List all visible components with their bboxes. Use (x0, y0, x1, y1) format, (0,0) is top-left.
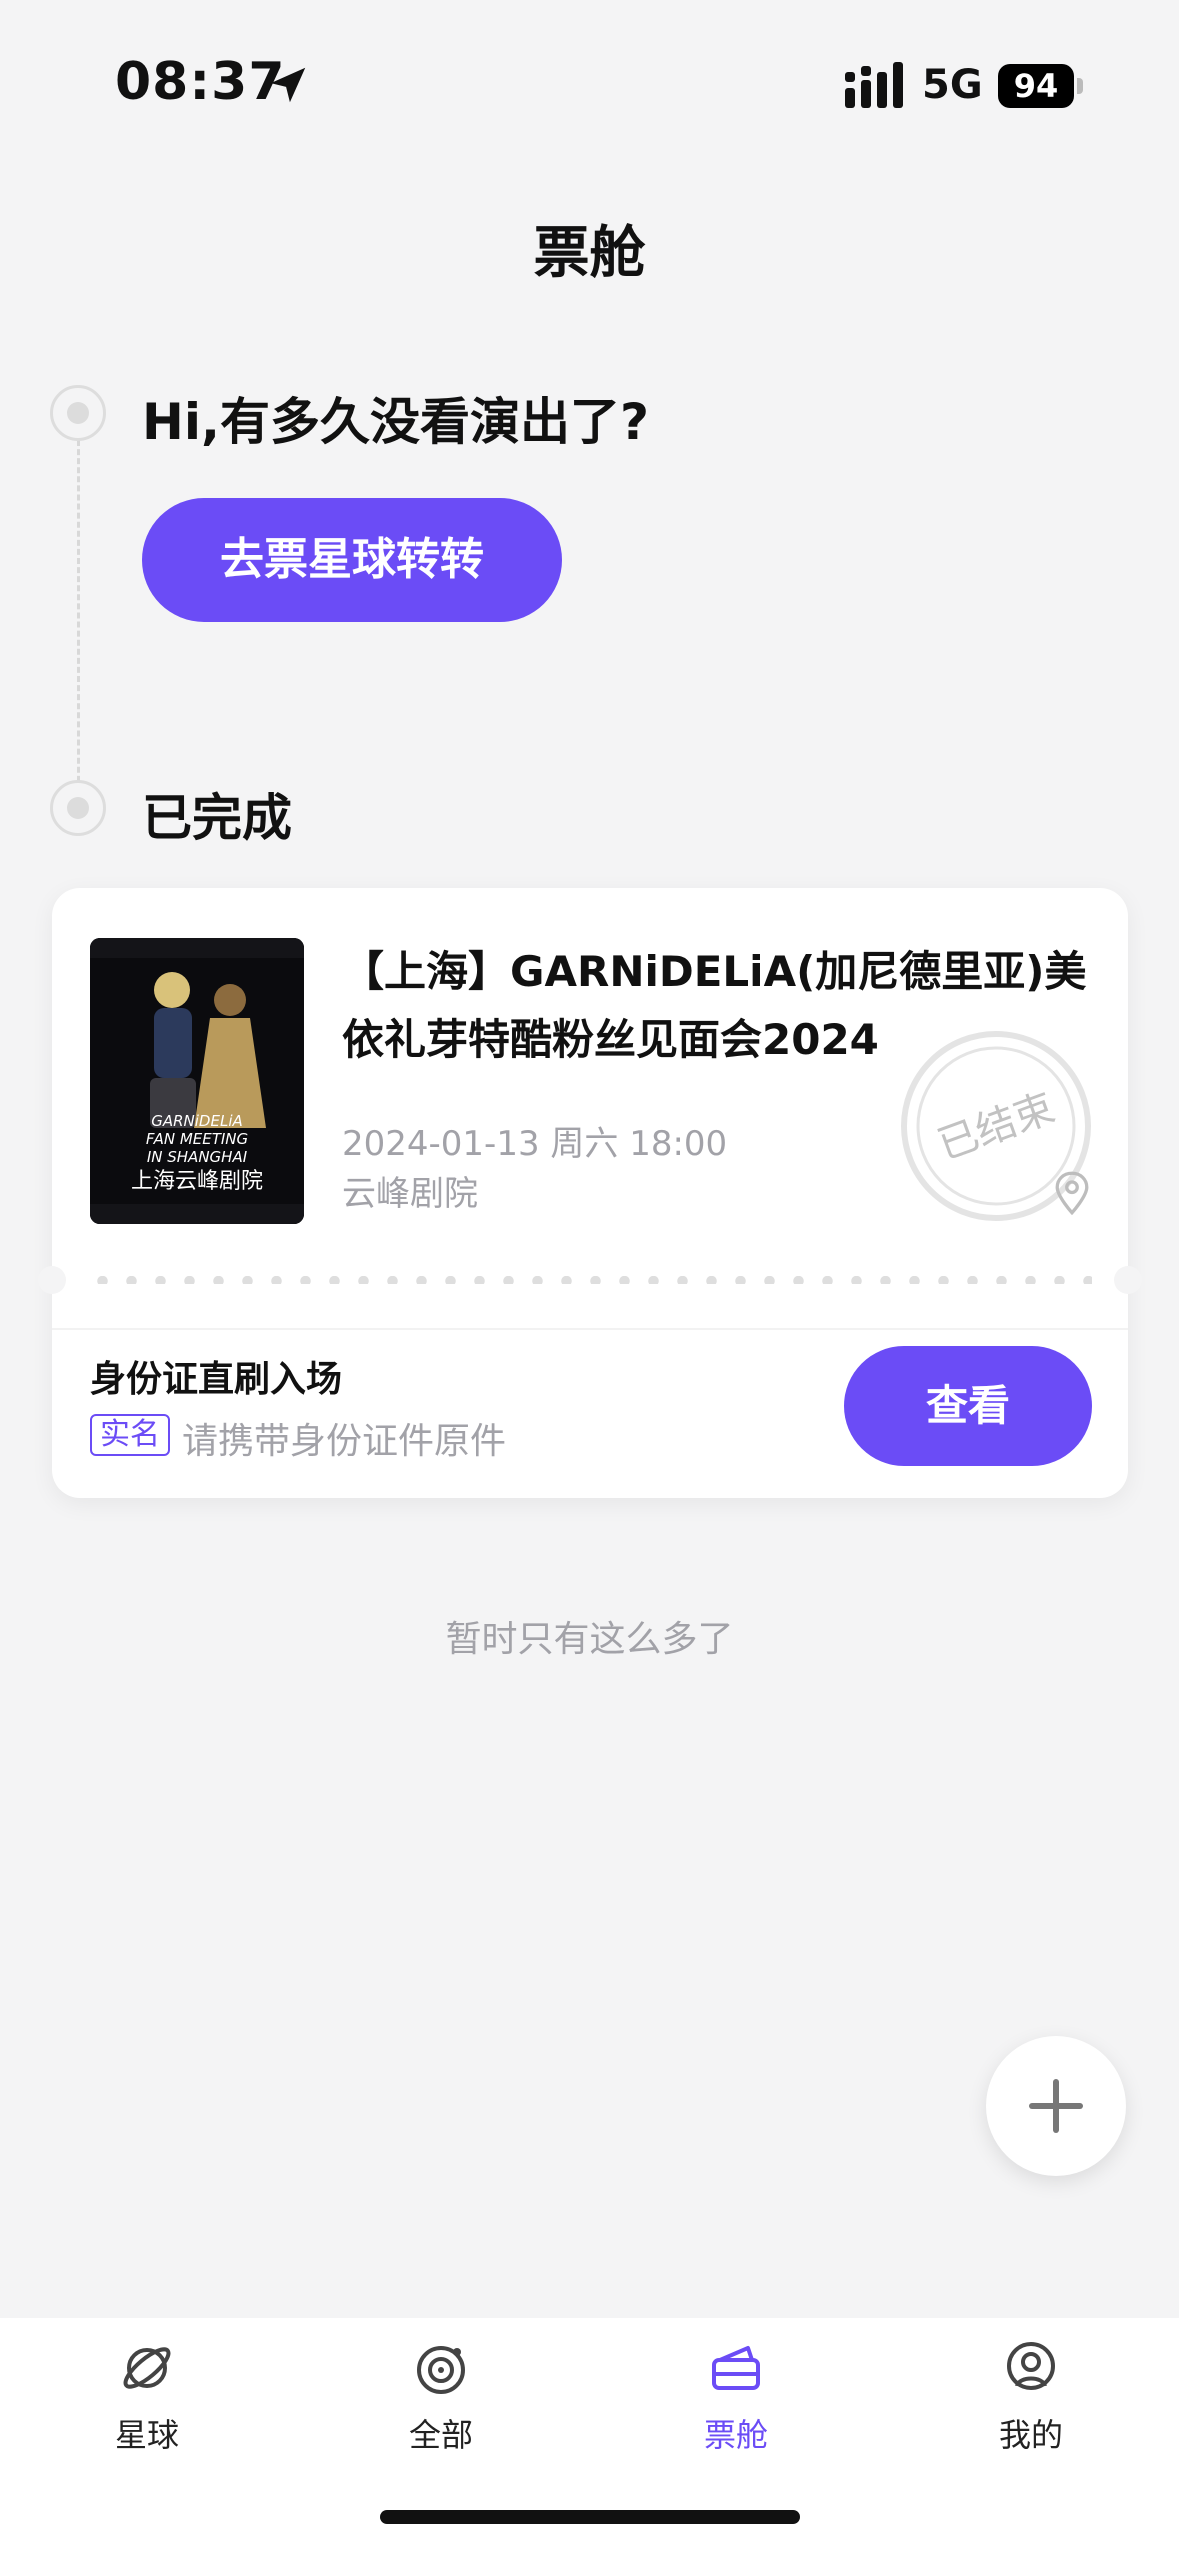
entry-method: 身份证直刷入场 (90, 1359, 343, 1400)
timeline-line (77, 440, 80, 800)
tab-planet[interactable]: 星球 (47, 2338, 247, 2468)
event-datetime: 2024-01-13 周六 18:00 (342, 1124, 728, 1164)
ticket-box-icon (712, 2346, 760, 2390)
end-of-list-note: 暂时只有这么多了 (445, 1619, 734, 1660)
ticket-entry-section: 身份证直刷入场 实名 请携带身份证件原件 查看 (52, 1328, 1128, 1498)
ticket-perforation (38, 1260, 1142, 1296)
ticket-card[interactable]: GARNiDELiA FAN MEETING IN SHANGHAI 上海云峰剧… (38, 888, 1142, 1498)
location-pin-icon[interactable] (1052, 1170, 1092, 1216)
realname-badge: 实名 (90, 1414, 170, 1456)
home-indicator[interactable] (380, 2510, 800, 2524)
target-icon (417, 2346, 465, 2394)
explore-planet-button[interactable]: 去票星球转转 (142, 498, 562, 622)
status-time: 08:37 (115, 52, 286, 112)
tab-all[interactable]: 全部 (341, 2338, 541, 2468)
poster-text-2: FAN MEETING (146, 1130, 248, 1148)
view-ticket-button[interactable]: 查看 (844, 1346, 1092, 1466)
tab-label: 全部 (408, 2416, 473, 2454)
page-title: 票舱 (533, 221, 646, 286)
ended-stamp-label: 已结束 (932, 1085, 1060, 1169)
ticket-notch (1114, 1266, 1142, 1294)
completed-section-title: 已完成 (142, 789, 292, 847)
signal-icon (845, 62, 903, 108)
profile-icon (1007, 2342, 1055, 2390)
perforation-dots (88, 1276, 1092, 1284)
greeting-text: Hi,有多久没看演出了? (142, 393, 649, 451)
event-venue: 云峰剧院 (342, 1174, 478, 1214)
tab-profile[interactable]: 我的 (931, 2338, 1131, 2468)
tab-ticket-box[interactable]: 票舱 (636, 2338, 836, 2468)
tab-label: 星球 (114, 2416, 179, 2454)
add-button[interactable] (986, 2036, 1126, 2176)
poster-text-1: GARNiDELiA (151, 1112, 243, 1130)
planet-icon (123, 2347, 171, 2389)
location-arrow-icon (270, 67, 306, 103)
status-bar: 08:37 5G 94 (0, 0, 1179, 160)
battery-icon: 94 (998, 64, 1074, 108)
poster-text-4: 上海云峰剧院 (131, 1169, 263, 1194)
event-poster[interactable]: GARNiDELiA FAN MEETING IN SHANGHAI 上海云峰剧… (90, 938, 304, 1224)
plus-icon (1029, 2079, 1083, 2133)
timeline-dot (50, 780, 106, 836)
timeline-dot (50, 385, 106, 441)
entry-note: 请携带身份证件原件 (182, 1421, 507, 1462)
poster-text-3: IN SHANGHAI (147, 1148, 248, 1166)
tab-label: 票舱 (703, 2416, 768, 2454)
battery-tip (1077, 78, 1083, 94)
ticket-notch (38, 1266, 66, 1294)
network-type: 5G (922, 62, 983, 108)
tab-label: 我的 (998, 2416, 1063, 2454)
